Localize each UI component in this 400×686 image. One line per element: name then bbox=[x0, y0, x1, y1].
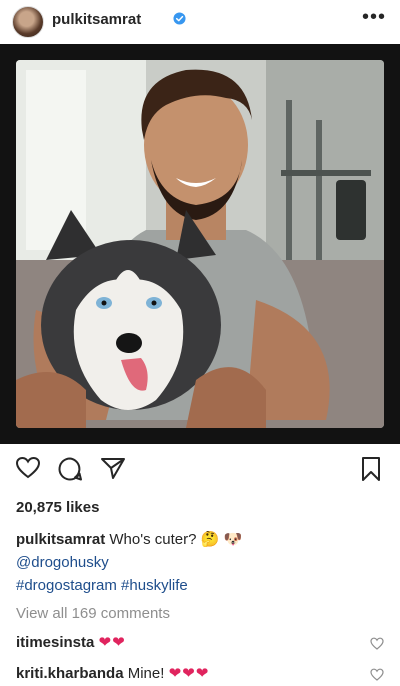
verified-badge-icon bbox=[173, 12, 186, 25]
like-heart-icon[interactable] bbox=[15, 456, 41, 480]
comment-icon[interactable] bbox=[57, 456, 83, 482]
caption-username[interactable]: pulkitsamrat bbox=[16, 531, 105, 548]
comment-text: Mine! bbox=[127, 665, 165, 682]
likes-count[interactable]: 20,875 likes bbox=[16, 499, 99, 516]
comment-item: itimesinsta ❤❤ bbox=[16, 633, 126, 651]
mention-link[interactable]: @drogohusky bbox=[16, 554, 109, 571]
comment-like-heart-icon[interactable] bbox=[370, 668, 384, 681]
caption-text: Who's cuter? 🤔 🐶 bbox=[109, 531, 243, 548]
hashtag-links[interactable]: #drogostagram #huskylife bbox=[16, 577, 188, 594]
comment-username[interactable]: itimesinsta bbox=[16, 634, 94, 651]
photo-illustration bbox=[16, 60, 384, 428]
comment-like-heart-icon[interactable] bbox=[370, 637, 384, 650]
avatar[interactable] bbox=[12, 6, 44, 38]
comment-emoji: ❤❤ bbox=[98, 634, 126, 651]
username[interactable]: pulkitsamrat bbox=[52, 11, 141, 28]
post-photo[interactable] bbox=[16, 60, 384, 428]
view-all-comments-link[interactable]: View all 169 comments bbox=[16, 605, 170, 622]
post-photo-frame bbox=[0, 44, 400, 444]
share-icon[interactable] bbox=[100, 456, 126, 480]
post-actions-bar bbox=[0, 452, 400, 486]
comment-emoji: ❤❤❤ bbox=[168, 665, 210, 682]
save-bookmark-icon[interactable] bbox=[360, 456, 382, 482]
comment-username[interactable]: kriti.kharbanda bbox=[16, 665, 124, 682]
caption: pulkitsamrat Who's cuter? 🤔 🐶 @drogohusk… bbox=[16, 528, 384, 597]
more-options-button[interactable]: ••• bbox=[362, 6, 386, 29]
post-header: pulkitsamrat ••• bbox=[0, 0, 400, 40]
comment-item: kriti.kharbanda Mine! ❤❤❤ bbox=[16, 664, 209, 682]
